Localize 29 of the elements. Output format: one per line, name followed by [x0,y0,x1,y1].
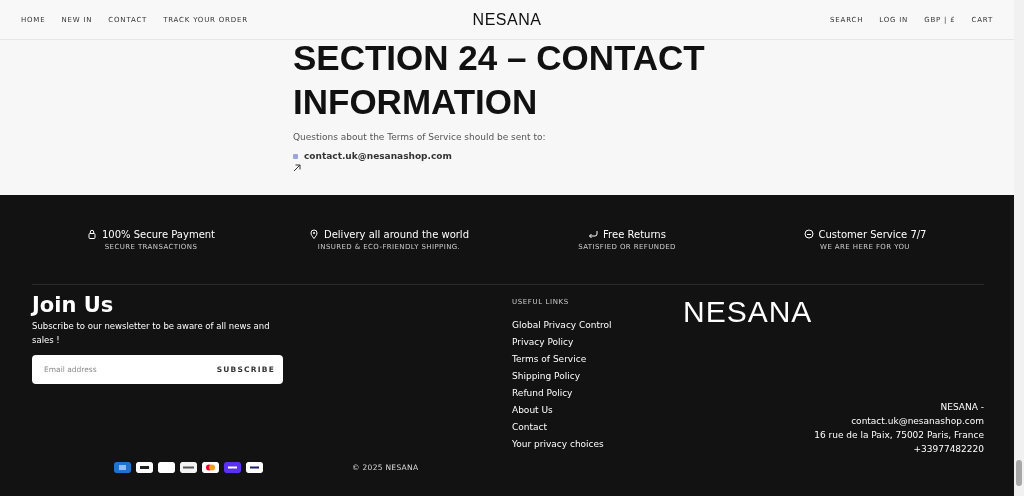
return-arrow-icon [588,229,599,239]
footer-link[interactable]: Your privacy choices [512,438,683,450]
footer-link[interactable]: Global Privacy Control [512,319,683,331]
footer-link[interactable]: Terms of Service [512,353,683,365]
location-pin-icon [309,229,319,239]
footer-link[interactable]: Contact [512,421,683,433]
scrollbar-thumb[interactable] [1016,460,1022,486]
newsletter-text: Subscribe to our newsletter to be aware of all news and sales ! [32,320,271,347]
section-text: Questions about the Terms of Service should be sent to: [293,132,547,142]
email-icon [293,153,298,159]
section-heading: SECTION 24 – CONTACT INFORMATION [293,37,706,123]
feature-title: 100% Secure Payment [101,228,216,240]
address-line: NESANA - [940,401,984,414]
footer-link[interactable]: Shipping Policy [512,370,683,382]
feature-title: Delivery all around the world [324,228,469,240]
footer-link[interactable]: Refund Policy [512,387,683,399]
address-line: +33977482220 [913,443,984,456]
lock-icon [86,229,97,239]
email-link[interactable]: contact.uk@nesanashop.com [304,151,452,161]
address-line: 16 rue de la Paix, 75002 Paris, France [814,429,984,442]
arrow-icon [293,164,301,172]
footer-logo: NESANA [683,295,814,329]
feature-title: Customer Service 7/7 [818,228,927,240]
footer-link[interactable]: About Us [512,404,683,416]
site-logo[interactable]: NESANA [472,10,542,29]
feature-title: Free Returns [603,228,666,240]
newsletter-title: Join Us [32,293,115,317]
address-line: contact.uk@nesanashop.com [851,415,984,428]
footer-link[interactable]: Privacy Policy [512,336,683,348]
